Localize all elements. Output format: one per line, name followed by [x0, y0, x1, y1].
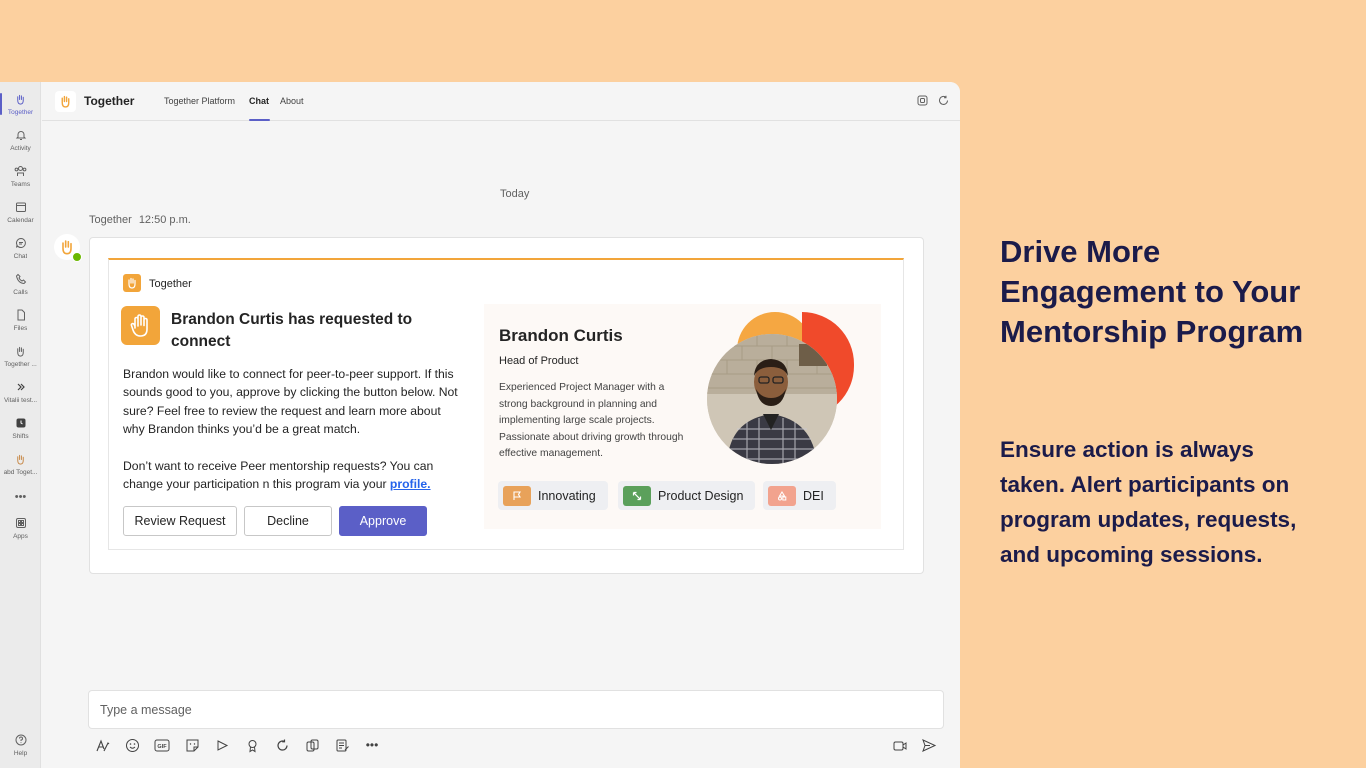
- flag-icon: [503, 485, 531, 506]
- rail-label: abd Toget...: [3, 469, 38, 476]
- rail-item-chat[interactable]: Chat: [0, 231, 41, 265]
- calendar-icon: [14, 200, 28, 214]
- active-tab-indicator: [249, 119, 270, 121]
- tag-product-design: Product Design: [618, 481, 756, 510]
- sender-name: Together: [89, 214, 132, 226]
- rail-item-abd-together[interactable]: abd Toget...: [0, 447, 41, 481]
- rail-label: Help: [13, 750, 28, 757]
- date-divider: Today: [500, 188, 530, 200]
- emoji-icon[interactable]: [124, 737, 140, 753]
- app-name: Together: [84, 94, 135, 108]
- profile-panel: Brandon Curtis Head of Product Experienc…: [484, 304, 881, 529]
- schedule-meeting-icon[interactable]: [214, 737, 230, 753]
- rail-item-calls[interactable]: Calls: [0, 267, 41, 301]
- rail-item-vitalii-test[interactable]: Vitalii test...: [0, 375, 41, 409]
- rail-item-apps[interactable]: Apps: [0, 511, 41, 545]
- card-title: Brandon Curtis has requested to connect: [171, 311, 413, 350]
- app-header: Together Together Platform Chat About: [42, 82, 960, 121]
- decline-button[interactable]: Decline: [244, 506, 332, 536]
- compose-placeholder: Type a message: [100, 703, 192, 717]
- rail-label: Calls: [13, 289, 28, 296]
- profile-photo: [707, 334, 837, 464]
- review-request-button[interactable]: Review Request: [123, 506, 237, 536]
- rail-item-calendar[interactable]: Calendar: [0, 195, 41, 229]
- file-icon: [14, 308, 28, 322]
- rail-label: Activity: [10, 145, 31, 152]
- meet-now-icon[interactable]: [892, 737, 908, 753]
- card-app-name: Together: [149, 278, 192, 290]
- promo-subtitle: Ensure action is always taken. Alert par…: [1000, 437, 1297, 567]
- together-hand-icon: [14, 452, 28, 466]
- send-icon[interactable]: [921, 737, 937, 753]
- rail-label: Chat: [13, 253, 28, 260]
- tag-label: Product Design: [658, 488, 744, 503]
- message-compose-box[interactable]: Type a message: [88, 690, 944, 729]
- rail-label: Apps: [13, 533, 28, 540]
- updates-icon[interactable]: [334, 737, 350, 753]
- rail-label: Vitalii test...: [3, 397, 38, 404]
- bell-icon: [14, 128, 28, 142]
- rail-label: Teams: [10, 181, 31, 188]
- phone-icon: [14, 272, 28, 286]
- tag-label: Innovating: [538, 488, 596, 503]
- message-time: 12:50 p.m.: [138, 214, 191, 226]
- more-icon: •••: [14, 490, 27, 503]
- rail-item-shifts[interactable]: Shifts: [0, 411, 41, 445]
- together-hand-icon: [14, 92, 28, 106]
- app-icon: [14, 380, 28, 394]
- svg-text:GIF: GIF: [157, 744, 167, 750]
- opt-out-text: Don’t want to receive Peer mentorship re…: [123, 459, 434, 492]
- rail-item-files[interactable]: Files: [0, 303, 41, 337]
- rail-label: Calendar: [7, 217, 34, 224]
- rail-label: Shifts: [12, 433, 29, 440]
- sticker-icon[interactable]: [184, 737, 200, 753]
- promo-title: Drive More Engagement to Your Mentorship…: [1000, 234, 1304, 349]
- triangle-shapes-icon: [768, 485, 796, 506]
- loop-icon[interactable]: [274, 737, 290, 753]
- tab-together-platform[interactable]: Together Platform: [164, 96, 235, 106]
- rail-item-together[interactable]: Together: [0, 87, 41, 121]
- refresh-icon[interactable]: [938, 95, 949, 106]
- approve-button[interactable]: Approve: [339, 506, 427, 536]
- shifts-icon: [14, 416, 28, 430]
- tab-about[interactable]: About: [280, 96, 304, 106]
- attach-apps-icon[interactable]: [304, 737, 320, 753]
- profile-link[interactable]: profile.: [390, 477, 431, 491]
- tag-label: DEI: [803, 488, 824, 503]
- together-hand-icon: [14, 344, 28, 358]
- popout-icon[interactable]: [917, 95, 928, 106]
- message-header: Together 12:50 p.m.: [89, 214, 191, 226]
- chat-icon: [14, 236, 28, 250]
- app-rail: Together Activity Teams Calendar Chat Ca…: [0, 82, 41, 768]
- tab-chat[interactable]: Chat: [249, 96, 269, 106]
- rail-item-together-app[interactable]: Together ...: [0, 339, 41, 373]
- adaptive-card: Together Brandon Curtis has requested to…: [108, 258, 904, 550]
- apps-icon: [14, 516, 28, 530]
- together-logo-icon: [123, 274, 141, 292]
- waving-hand-icon: [121, 306, 160, 345]
- rail-label: Files: [13, 325, 28, 332]
- gif-icon[interactable]: GIF: [154, 737, 170, 753]
- rail-item-help[interactable]: Help: [0, 728, 41, 762]
- praise-icon[interactable]: [244, 737, 260, 753]
- rail-item-activity[interactable]: Activity: [0, 123, 41, 157]
- format-icon[interactable]: [94, 737, 110, 753]
- presence-available-icon: [72, 252, 82, 262]
- card-body: Brandon would like to connect for peer-t…: [123, 367, 458, 437]
- rail-item-teams[interactable]: Teams: [0, 159, 41, 193]
- help-icon: [14, 733, 28, 747]
- rail-label: Together ...: [4, 361, 37, 368]
- tag-innovating: Innovating: [498, 481, 608, 510]
- more-options-icon[interactable]: •••: [364, 737, 380, 753]
- profile-name: Brandon Curtis: [499, 326, 623, 345]
- tag-dei: DEI: [763, 481, 836, 510]
- expand-arrows-icon: [623, 485, 651, 506]
- profile-role: Head of Product: [499, 355, 579, 367]
- rail-label: Together: [7, 109, 34, 116]
- teams-icon: [14, 164, 28, 178]
- profile-bio: Experienced Project Manager with a stron…: [499, 382, 684, 459]
- card-opt-out-text: Don’t want to receive Peer mentorship re…: [123, 457, 463, 494]
- together-logo-icon: [55, 91, 76, 112]
- rail-item-more[interactable]: •••: [0, 480, 41, 514]
